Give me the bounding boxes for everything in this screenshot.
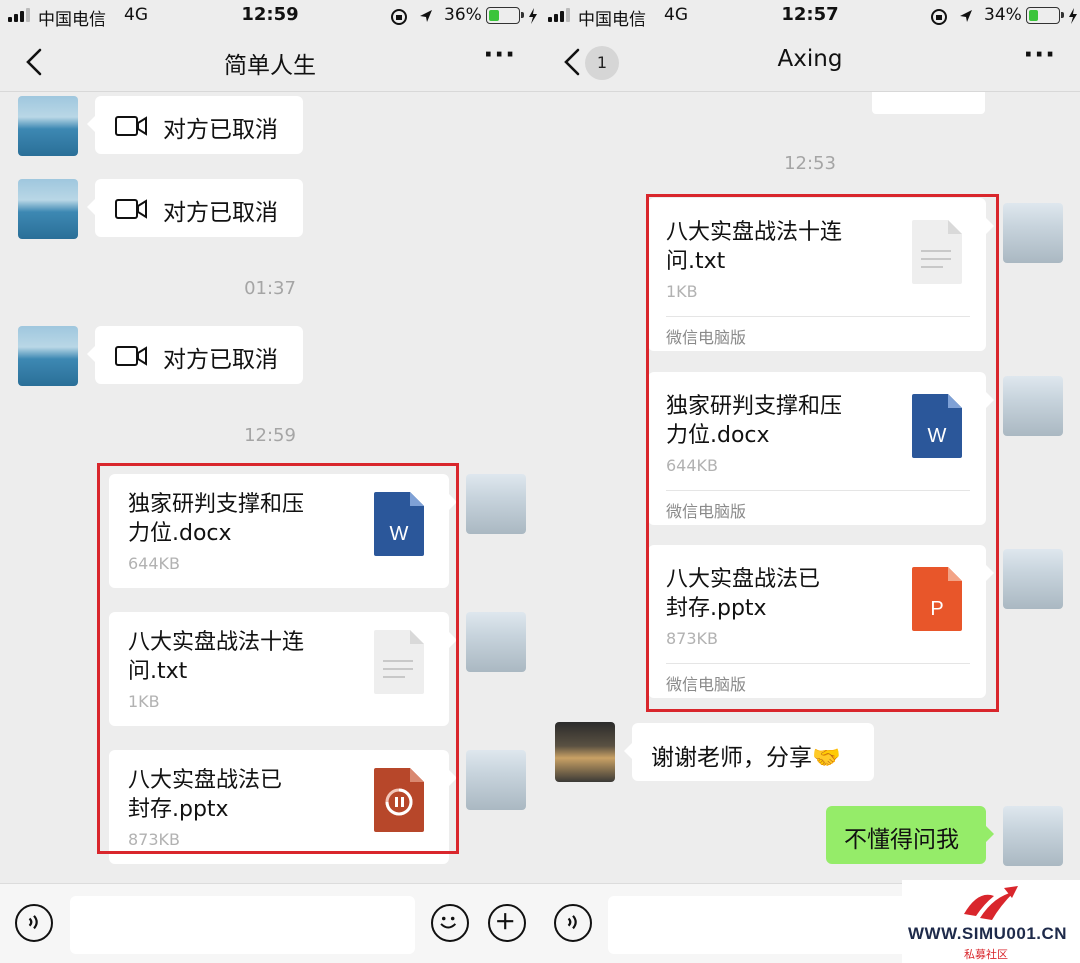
charging-icon	[1069, 8, 1077, 24]
avatar[interactable]	[466, 612, 526, 672]
call-status-text: 对方已取消	[163, 347, 278, 373]
status-bar: 中国电信 4G 12:59 36%	[0, 0, 540, 32]
plus-icon[interactable]	[488, 904, 526, 942]
sent-message[interactable]: 不懂得问我	[826, 806, 994, 864]
location-icon	[960, 10, 972, 22]
status-bar: 中国电信 4G 12:57 34%	[540, 0, 1080, 32]
watermark-text: WWW.SIMU001.CN	[908, 924, 1068, 943]
call-message[interactable]: 对方已取消	[87, 326, 303, 384]
avatar[interactable]	[466, 750, 526, 810]
highlight-box	[646, 194, 999, 712]
timestamp: 01:37	[244, 278, 296, 299]
chat-screen-left: 中国电信 4G 12:59 36% 简单人生 ··· 对方已取消 对方已取消 0…	[0, 0, 540, 963]
avatar[interactable]	[1003, 203, 1063, 263]
video-call-icon	[115, 346, 147, 366]
video-call-icon	[115, 199, 147, 219]
screenshot-pair: 中国电信 4G 12:59 36% 简单人生 ··· 对方已取消 对方已取消 0…	[0, 0, 1080, 963]
input-bar	[0, 883, 540, 963]
avatar[interactable]	[18, 96, 78, 156]
avatar[interactable]	[18, 326, 78, 386]
more-options-icon[interactable]: ···	[1023, 40, 1056, 70]
avatar[interactable]	[1003, 806, 1063, 866]
message-input[interactable]	[608, 896, 908, 954]
orientation-lock-icon	[931, 9, 947, 25]
site-watermark: WWW.SIMU001.CN 私募社区	[902, 880, 1080, 963]
timestamp: 12:53	[784, 153, 836, 174]
avatar[interactable]	[18, 179, 78, 239]
battery-icon	[1026, 7, 1064, 24]
orientation-lock-icon	[391, 9, 407, 25]
voice-input-icon[interactable]	[15, 904, 53, 942]
highlight-box	[97, 463, 459, 854]
call-status-text: 对方已取消	[163, 117, 278, 143]
charging-icon	[529, 8, 537, 24]
location-icon	[420, 10, 432, 22]
avatar[interactable]	[1003, 549, 1063, 609]
timestamp: 12:59	[244, 425, 296, 446]
avatar[interactable]	[466, 474, 526, 534]
nav-bar: 1 Axing ···	[540, 32, 1080, 92]
watermark-subtext: 私募社区	[964, 948, 1008, 961]
previous-message-edge	[872, 92, 985, 114]
watermark-logo-icon	[964, 886, 1018, 920]
emoji-icon[interactable]	[431, 904, 469, 942]
battery-icon	[486, 7, 524, 24]
call-status-text: 对方已取消	[163, 200, 278, 226]
chat-title: 简单人生	[224, 53, 316, 79]
video-call-icon	[115, 116, 147, 136]
call-message[interactable]: 对方已取消	[87, 96, 303, 154]
chat-title: Axing	[777, 46, 843, 72]
call-message[interactable]: 对方已取消	[87, 179, 303, 237]
message-text: 谢谢老师，分享🤝	[651, 745, 841, 771]
message-text: 不懂得问我	[844, 827, 959, 853]
more-options-icon[interactable]: ···	[483, 40, 516, 70]
battery-percent: 34%	[984, 5, 1022, 25]
nav-bar: 简单人生 ···	[0, 32, 540, 92]
battery-percent: 36%	[444, 5, 482, 25]
avatar[interactable]	[555, 722, 615, 782]
message-input[interactable]	[70, 896, 415, 954]
voice-input-icon[interactable]	[554, 904, 592, 942]
chat-screen-right: 中国电信 4G 12:57 34% 1 Axing ··· 12:53 八大实盘…	[540, 0, 1080, 963]
text-message[interactable]: 谢谢老师，分享🤝	[624, 723, 874, 781]
avatar[interactable]	[1003, 376, 1063, 436]
